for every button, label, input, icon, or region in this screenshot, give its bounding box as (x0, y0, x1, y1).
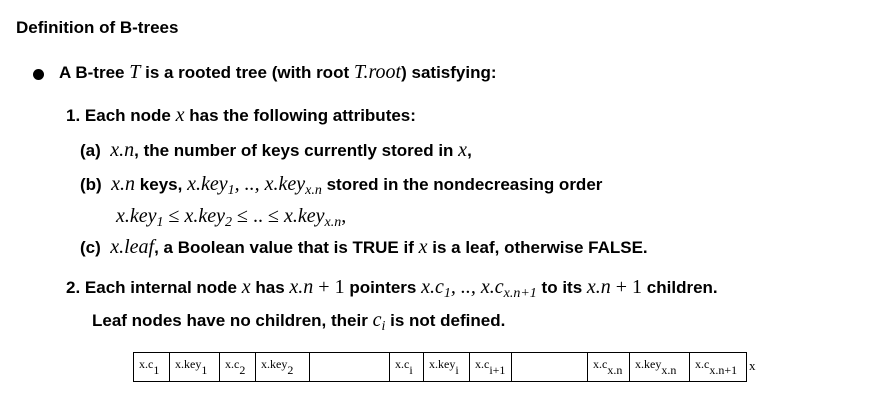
bullet-prefix: A B-tree (59, 63, 125, 82)
item-1b-text1: keys, (139, 175, 183, 194)
item-1-var: x (175, 104, 185, 126)
item-1-number: 1. (66, 106, 81, 125)
pointer-cell: x.ci+1 (470, 353, 512, 381)
bullet-mid: is a rooted tree (with root (145, 63, 350, 82)
item-2-pre: Each internal node (84, 278, 238, 297)
item-2-children: children. (646, 278, 718, 297)
root-math: T.root (353, 61, 402, 83)
node-label: x (749, 358, 756, 373)
item-1b-math2: x.key1, .., x.keyx.n (187, 173, 322, 198)
pointer-cell: x.ci (390, 353, 424, 381)
pointer-cell: x.cx.n (588, 353, 630, 381)
ellipsis-cell (512, 353, 588, 381)
item-2: 2. Each internal node x has x.n + 1 poin… (66, 276, 718, 302)
item-2-continuation: Leaf nodes have no children, their ci is… (92, 309, 505, 335)
item-1c-label: (c) (80, 238, 101, 257)
item-1c-text1: , a Boolean value that is TRUE if (154, 238, 414, 257)
item-2-cont-pre: Leaf nodes have no children, their (92, 311, 368, 330)
item-2-var: x (241, 276, 251, 298)
item-2-ptrs: x.c1, .., x.cx.n+1 (421, 276, 537, 301)
key-cell: x.key2 (256, 353, 310, 381)
tree-variable: T (129, 61, 141, 83)
page-title: Definition of B-trees (16, 18, 179, 37)
pointer-cell: x.cx.n+1 (695, 357, 738, 377)
item-1a-label: (a) (80, 141, 101, 160)
item-1b-label: (b) (80, 175, 102, 194)
bullet-suffix: ) satisfying: (401, 63, 497, 82)
bullet-text: A B-tree T is a rooted tree (with root T… (59, 61, 497, 84)
item-2-cont-var: ci (372, 309, 386, 334)
item-1c-var: x (418, 236, 428, 258)
item-1-post: has the following attributes: (189, 106, 416, 125)
item-1a-var: x (458, 139, 468, 161)
item-1-pre: Each node (84, 106, 171, 125)
item-1b-order: x.key1 ≤ x.key2 ≤ .. ≤ x.keyx.n, (116, 205, 347, 230)
item-2-has: has (255, 278, 285, 297)
item-1: 1. Each node x has the following attribu… (66, 104, 416, 127)
item-2-count2: x.n + 1 (586, 276, 643, 298)
item-1b-text2: stored in the nondecreasing order (326, 175, 603, 194)
pointer-cell: x.c2 (220, 353, 256, 381)
item-2-to: to its (541, 278, 583, 297)
item-1b-math1: x.n (111, 173, 136, 195)
item-1b: (b) x.n keys, x.key1, .., x.keyx.n store… (80, 173, 602, 199)
item-2-pointers: pointers (349, 278, 417, 297)
item-1c-text2: is a leaf, otherwise FALSE. (432, 238, 648, 257)
btree-node-diagram: x.c1 x.key1 x.c2 x.key2 x.ci x.keyi x.ci+1 x.cx… (133, 352, 747, 382)
item-1a-end: , (467, 141, 472, 160)
key-cell: x.key1 (170, 353, 220, 381)
key-cell: x.keyx.n (630, 353, 690, 381)
bullet-icon (33, 69, 44, 80)
item-1a: (a) x.n, the number of keys currently st… (80, 139, 472, 162)
key-cell: x.keyi (424, 353, 470, 381)
item-2-number: 2. (66, 278, 81, 297)
item-1c-math: x.leaf (110, 236, 155, 258)
item-1a-math: x.n (110, 139, 135, 161)
item-2-cont-post: is not defined. (390, 311, 506, 330)
pointer-cell: x.c1 (134, 353, 170, 381)
ellipsis-cell (310, 353, 390, 381)
item-1a-text: , the number of keys currently stored in (134, 141, 454, 160)
item-1c: (c) x.leaf, a Boolean value that is TRUE… (80, 236, 648, 259)
item-2-count1: x.n + 1 (289, 276, 345, 298)
